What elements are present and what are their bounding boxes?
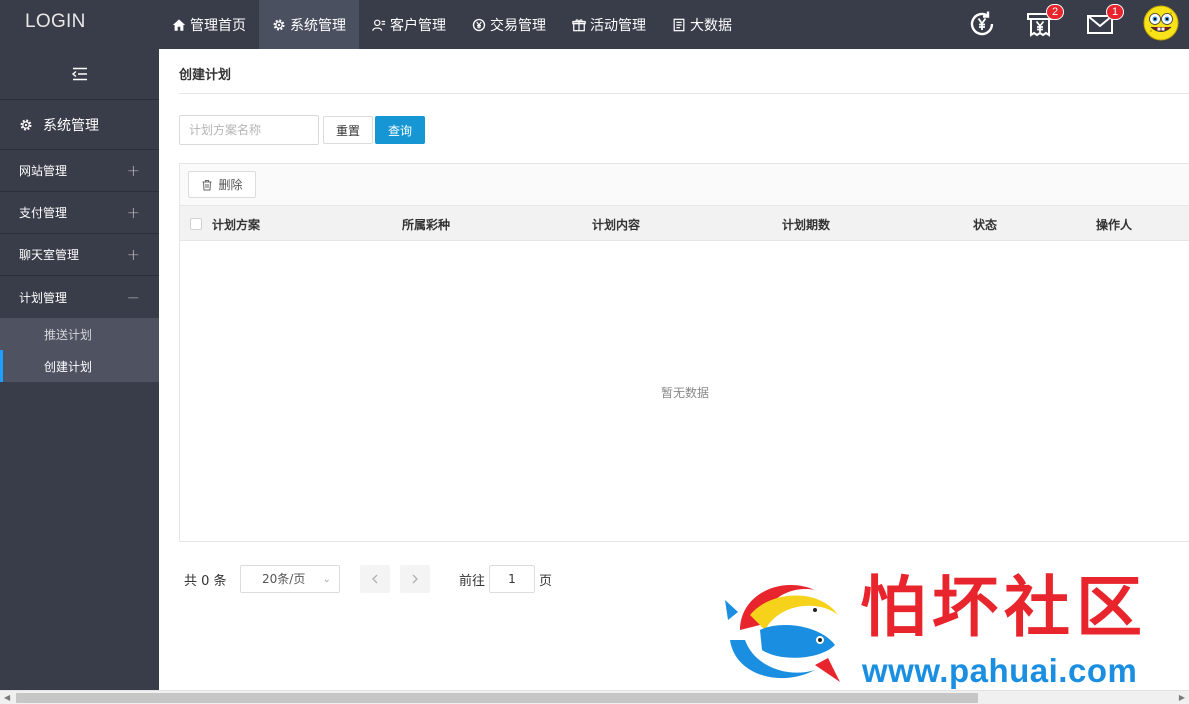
nav-bigdata[interactable]: 大数据 <box>659 0 745 49</box>
expand-icon: + <box>126 203 140 222</box>
column-header-operator[interactable]: 操作人 <box>1096 216 1132 233</box>
sidebar-toggle[interactable] <box>0 49 159 100</box>
receipt-badge: 2 <box>1046 4 1064 20</box>
sidebar-item-website[interactable]: 网站管理 + <box>0 150 159 192</box>
gift-icon <box>572 18 586 31</box>
scrollbar-thumb[interactable] <box>16 693 978 703</box>
column-header-plan[interactable]: 计划方案 <box>212 216 260 233</box>
sidebar-item-plan[interactable]: 计划管理 − <box>0 276 159 318</box>
goto-label: 前往 <box>459 574 486 589</box>
top-navbar: LOGIN 管理首页 系统管理 客户管理 交易管理 活动管理 大数据 2 1 <box>0 0 1189 49</box>
gear-icon <box>273 18 285 31</box>
refresh-yen-icon[interactable] <box>967 9 997 39</box>
mail-icon[interactable]: 1 <box>1085 4 1124 39</box>
chevron-left-icon <box>372 574 378 584</box>
receipt-icon[interactable]: 2 <box>1025 4 1064 39</box>
sidebar-section-title: 系统管理 <box>0 100 159 150</box>
table-toolbar: 删除 <box>180 164 1189 206</box>
table-header: 计划方案 所属彩种 计划内容 计划期数 状态 操作人 <box>180 206 1189 241</box>
logo-text: LOGIN <box>25 11 86 32</box>
trash-icon <box>202 179 212 190</box>
sidebar-item-chatroom[interactable]: 聊天室管理 + <box>0 234 159 276</box>
nav-system[interactable]: 系统管理 <box>259 0 359 49</box>
column-header-periods[interactable]: 计划期数 <box>782 216 830 233</box>
select-all-checkbox[interactable] <box>190 218 202 230</box>
sidebar-item-label: 支付管理 <box>19 206 68 220</box>
nav-home-label: 管理首页 <box>190 17 246 34</box>
plan-name-search-input[interactable] <box>179 115 319 145</box>
expand-icon: + <box>126 245 140 264</box>
home-icon <box>172 18 186 31</box>
gear-icon <box>20 118 32 131</box>
chevron-down-icon: ⌄ <box>322 574 331 585</box>
delete-label: 删除 <box>218 178 243 192</box>
yen-circle-icon <box>472 18 486 31</box>
scroll-right-icon[interactable]: ▶ <box>1179 693 1185 702</box>
mail-badge: 1 <box>1106 4 1124 20</box>
nav-customers-label: 客户管理 <box>390 17 446 34</box>
scroll-left-icon[interactable]: ◀ <box>4 693 10 702</box>
horizontal-scrollbar[interactable]: ◀ ▶ <box>0 690 1189 704</box>
page-suffix-label: 页 <box>539 574 553 589</box>
nav-activity[interactable]: 活动管理 <box>559 0 659 49</box>
page-size-value: 20条/页 <box>262 572 306 586</box>
column-header-lottery[interactable]: 所属彩种 <box>402 216 450 233</box>
fish-logo-icon <box>725 584 840 682</box>
sidebar-item-payment[interactable]: 支付管理 + <box>0 192 159 234</box>
expand-icon: + <box>126 161 140 180</box>
prev-page-button[interactable] <box>360 565 390 593</box>
page-title: 创建计划 <box>179 68 232 83</box>
user-avatar[interactable] <box>1143 5 1179 41</box>
menu-collapse-icon <box>71 67 87 81</box>
nav-trade-label: 交易管理 <box>490 17 546 34</box>
watermark-url: www.pahuai.com <box>862 652 1138 689</box>
title-divider <box>179 93 1189 94</box>
document-icon <box>673 18 685 31</box>
sidebar-subitem-create-plan[interactable]: 创建计划 <box>0 350 159 382</box>
empty-state-text: 暂无数据 <box>660 386 709 400</box>
nav-customers[interactable]: 客户管理 <box>359 0 459 49</box>
main-nav: 管理首页 系统管理 客户管理 交易管理 活动管理 大数据 <box>159 0 745 49</box>
nav-trade[interactable]: 交易管理 <box>459 0 559 49</box>
delete-button[interactable]: 删除 <box>188 171 256 198</box>
total-count: 共 0 条 <box>184 574 227 589</box>
plan-table: 删除 计划方案 所属彩种 计划内容 计划期数 状态 操作人 暂无数据 <box>179 163 1189 542</box>
sidebar-submenu-plan: 推送计划 创建计划 <box>0 318 159 382</box>
sidebar-subitem-push-plan[interactable]: 推送计划 <box>0 318 159 350</box>
nav-bigdata-label: 大数据 <box>690 17 732 34</box>
sidebar-section-label: 系统管理 <box>43 117 99 134</box>
sidebar: 系统管理 网站管理 + 支付管理 + 聊天室管理 + 计划管理 − 推送计划 创… <box>0 49 159 690</box>
page-number-input[interactable] <box>489 565 535 593</box>
nav-activity-label: 活动管理 <box>590 17 646 34</box>
reset-button[interactable]: 重置 <box>323 116 373 144</box>
next-page-button[interactable] <box>400 565 430 593</box>
watermark: 怕坏社区 www.pahuai.com <box>720 570 1189 690</box>
watermark-title: 怕坏社区 <box>860 568 1148 646</box>
nav-home[interactable]: 管理首页 <box>159 0 259 49</box>
page-size-select[interactable]: 20条/页 ⌄ <box>240 565 340 593</box>
chevron-right-icon <box>412 574 418 584</box>
column-header-status[interactable]: 状态 <box>973 216 997 233</box>
collapse-icon: − <box>126 287 140 307</box>
sidebar-item-label: 聊天室管理 <box>19 248 80 262</box>
sidebar-item-label: 计划管理 <box>19 290 68 305</box>
nav-system-label: 系统管理 <box>290 17 346 34</box>
sidebar-item-label: 网站管理 <box>19 164 68 178</box>
logo[interactable]: LOGIN <box>0 0 159 49</box>
column-header-content[interactable]: 计划内容 <box>592 216 640 233</box>
users-icon <box>372 19 386 31</box>
query-button[interactable]: 查询 <box>375 116 425 144</box>
